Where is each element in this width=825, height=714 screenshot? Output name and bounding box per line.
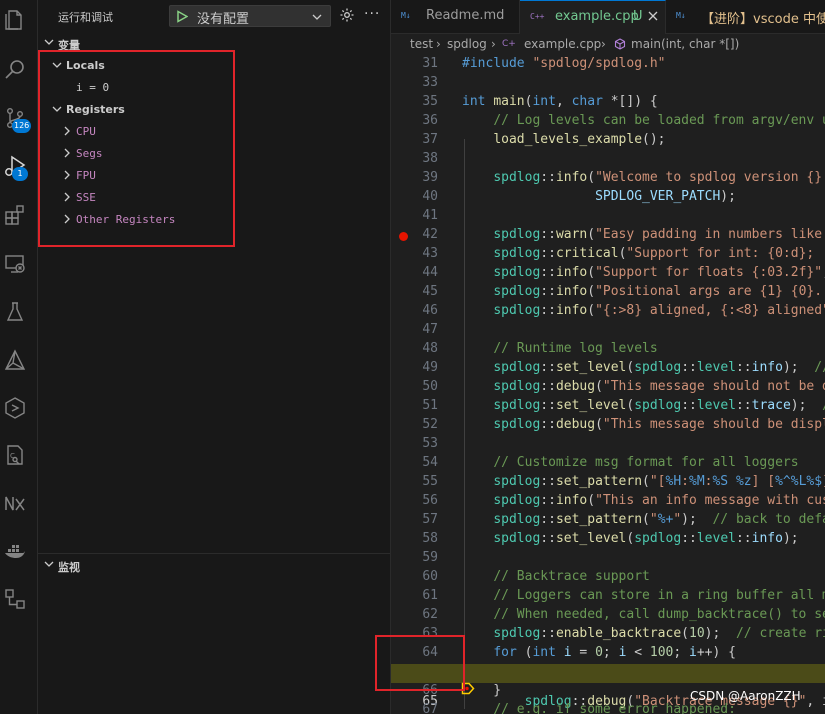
code-line: 55 spdlog::set_pattern("[%H:%M:%S %z] [%…	[422, 474, 825, 489]
c-cpp-icon[interactable]: C	[3, 443, 27, 467]
code-line: 31 #include "spdlog/spdlog.h"	[422, 56, 666, 71]
editor-tabs: M↓ Readme.md C++ example.cpp U M↓ 【进阶】vs…	[391, 0, 825, 34]
code-line: 39 spdlog::info("Welcome to spdlog versi…	[422, 170, 825, 185]
source-control-badge: 126	[12, 119, 32, 133]
close-icon[interactable]	[648, 10, 658, 25]
current-line-highlight-box	[375, 635, 465, 691]
code-line: 52 spdlog::debug("This message should be…	[422, 417, 825, 432]
nx-icon[interactable]	[3, 491, 27, 515]
debug-config-select[interactable]: 没有配置	[169, 5, 331, 27]
chevron-right-icon: ›	[491, 37, 496, 51]
kubernetes-icon[interactable]	[3, 396, 27, 420]
code-line: 50 spdlog::debug("This message should no…	[422, 379, 825, 394]
tab-label: Readme.md	[426, 8, 505, 23]
breadcrumb: test › spdlog › C+ example.cpp › main(in…	[391, 34, 825, 56]
code-line: 47	[422, 322, 438, 337]
code-line: 60 // Backtrace support	[422, 569, 650, 584]
editor-area: M↓ Readme.md C++ example.cpp U M↓ 【进阶】vs…	[391, 0, 825, 714]
code-line-breakpoint: 42 spdlog::warn("Easy padding in numbers…	[391, 227, 825, 246]
code-view[interactable]: 31 #include "spdlog/spdlog.h" 33 35 int ma…	[391, 56, 825, 714]
untracked-badge: U	[633, 9, 643, 24]
cpp-file-icon: C++	[530, 12, 545, 21]
chevron-down-icon	[44, 559, 54, 572]
code-line: 36 // Log levels can be loaded from argv…	[422, 113, 825, 128]
cpp-file-icon: C+	[502, 39, 516, 49]
markdown-icon: M↓	[676, 11, 686, 20]
start-debug-icon[interactable]	[176, 10, 189, 26]
remote-explorer-icon[interactable]	[3, 252, 27, 276]
code-line: 44 spdlog::info("Support for floats {:03…	[422, 265, 825, 280]
code-line: 48 // Runtime log levels	[422, 341, 658, 356]
markdown-icon: M↓	[401, 11, 411, 20]
code-line: 59	[422, 550, 438, 565]
chevron-down-icon	[312, 11, 322, 25]
tab-vscode-article[interactable]: M↓ 【进阶】vscode 中使	[666, 0, 825, 34]
variables-highlight-box	[38, 50, 235, 247]
code-line: 38	[422, 151, 438, 166]
debug-config-label: 没有配置	[197, 12, 250, 27]
sidebar-title: 运行和调试	[58, 11, 113, 24]
section-divider	[38, 553, 391, 554]
watch-section-header[interactable]: 监视	[38, 556, 391, 576]
gitgraph-icon[interactable]	[3, 587, 27, 611]
code-line: 53	[422, 436, 438, 451]
code-line: 54 // Customize msg format for all logge…	[422, 455, 799, 470]
breadcrumb-item[interactable]: main(int, char *[])	[631, 37, 739, 51]
tab-example-cpp[interactable]: C++ example.cpp U	[520, 0, 666, 34]
code-line: 41	[422, 208, 438, 223]
code-line: 49 spdlog::set_level(spdlog::level::info…	[422, 360, 825, 375]
code-line: 58 spdlog::set_level(spdlog::level::info…	[422, 531, 799, 546]
run-debug-sidebar: 运行和调试 没有配置 ··· 变量 Locals i = 0 Registers…	[38, 0, 391, 714]
code-line: 51 spdlog::set_level(spdlog::level::trac…	[422, 398, 825, 413]
debug-badge: 1	[12, 167, 28, 181]
breadcrumb-item[interactable]: spdlog	[447, 37, 487, 51]
code-line: 40 SPDLOG_VER_PATCH);	[422, 189, 736, 204]
explorer-icon[interactable]	[3, 8, 27, 32]
chevron-right-icon: ›	[601, 37, 606, 51]
gear-icon[interactable]	[339, 7, 355, 26]
tab-label: 【进阶】vscode 中使	[701, 12, 825, 27]
code-line: 46 spdlog::info("{:>8} aligned, {:<8} al…	[422, 303, 825, 318]
breadcrumb-item[interactable]: test	[410, 37, 433, 51]
code-line: 33	[422, 75, 438, 90]
watermark: CSDN @AaronZZH	[690, 689, 801, 703]
code-line: 62 // When needed, call dump_backtrace()…	[422, 607, 825, 622]
search-icon[interactable]	[3, 57, 27, 81]
code-line: 56 spdlog::info("This an info message wi…	[422, 493, 825, 508]
code-line: 57 spdlog::set_pattern("%+"); // back to…	[422, 512, 825, 527]
extensions-icon[interactable]	[3, 203, 27, 227]
more-actions-icon[interactable]: ···	[364, 6, 380, 22]
sidebar-header: 运行和调试 没有配置 ···	[38, 0, 391, 32]
activity-bar: 126 1 C	[0, 0, 38, 714]
docker-icon[interactable]	[3, 539, 27, 563]
code-line: 45 spdlog::info("Positional args are {1}…	[422, 284, 825, 299]
chevron-right-icon: ›	[436, 37, 441, 51]
testing-icon[interactable]	[3, 300, 27, 324]
code-line: 61 // Loggers can store in a ring buffer…	[422, 588, 825, 603]
code-line: 35 int main(int, char *[]) {	[422, 94, 658, 109]
code-line: 37 load_levels_example();	[422, 132, 666, 147]
cmake-icon[interactable]	[3, 348, 27, 372]
code-line: 43 spdlog::critical("Support for int: {0…	[422, 246, 815, 261]
code-line: 67 // e.g. if some error happened:	[422, 702, 736, 714]
cube-icon	[614, 38, 626, 53]
tab-label: example.cpp	[555, 9, 639, 24]
tab-readme[interactable]: M↓ Readme.md	[391, 0, 520, 34]
chevron-down-icon	[44, 37, 54, 50]
watch-header: 监视	[58, 561, 80, 574]
breadcrumb-item[interactable]: example.cpp	[524, 37, 601, 51]
